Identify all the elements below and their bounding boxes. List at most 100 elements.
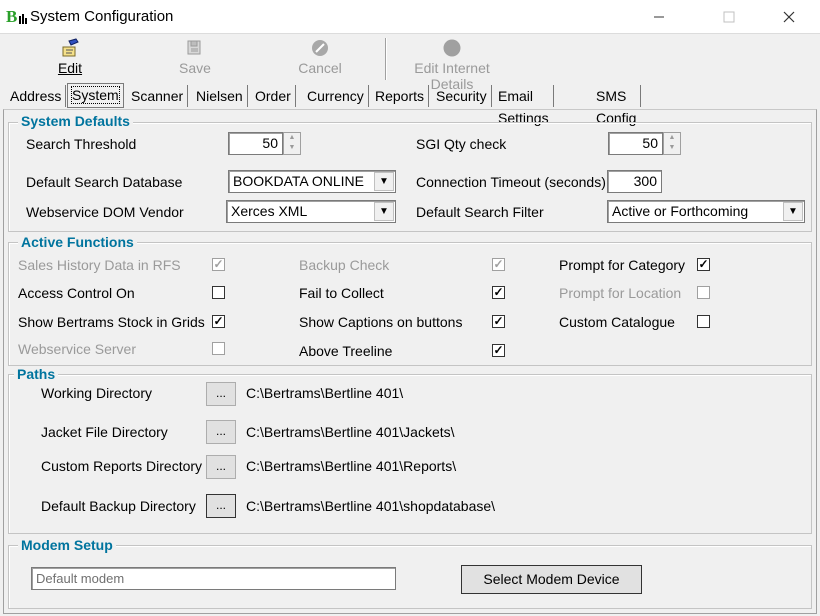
- prompt-location-label: Prompt for Location: [559, 285, 682, 301]
- sales-history-label: Sales History Data in RFS: [18, 257, 181, 273]
- webservice-server-checkbox[interactable]: [212, 342, 225, 355]
- backup-check-label: Backup Check: [299, 257, 390, 273]
- prompt-category-checkbox[interactable]: ✓: [697, 258, 710, 271]
- app-logo-icon: B: [6, 7, 27, 25]
- tab-security[interactable]: Security: [432, 85, 492, 107]
- tab-scanner[interactable]: Scanner: [127, 85, 189, 107]
- sgi-qty-label: SGI Qty check: [416, 136, 507, 152]
- tab-nielsen[interactable]: Nielsen: [192, 85, 248, 107]
- search-threshold-label: Search Threshold: [26, 136, 137, 152]
- active-functions-title: Active Functions: [18, 234, 137, 250]
- spin-down-icon: ▼: [668, 144, 676, 151]
- tab-email-settings[interactable]: Email Settings: [494, 85, 554, 126]
- select-modem-device-button[interactable]: Select Modem Device: [461, 565, 642, 594]
- spin-up-icon: ▲: [288, 134, 296, 141]
- prompt-location-checkbox[interactable]: [697, 286, 710, 299]
- tab-label: System: [71, 86, 120, 104]
- show-stock-checkbox[interactable]: ✓: [212, 315, 225, 328]
- show-captions-checkbox[interactable]: ✓: [492, 315, 505, 328]
- tab-reports[interactable]: Reports: [371, 85, 430, 107]
- minimize-button[interactable]: [636, 0, 682, 33]
- toolbar-separator: [385, 38, 386, 80]
- sgi-qty-spinner[interactable]: ▲ ▼: [663, 132, 681, 155]
- reports-dir-path: C:\Bertrams\Bertline 401\Reports\: [246, 458, 457, 474]
- tab-system[interactable]: System: [67, 83, 124, 108]
- above-treeline-label: Above Treeline: [299, 343, 393, 359]
- chevron-down-icon[interactable]: ▼: [374, 202, 394, 221]
- tab-sms-config[interactable]: SMS Config: [592, 85, 642, 126]
- custom-catalogue-label: Custom Catalogue: [559, 314, 675, 330]
- search-threshold-input[interactable]: 50: [228, 132, 283, 155]
- modem-input[interactable]: Default modem: [31, 567, 396, 590]
- search-filter-select[interactable]: Active or Forthcoming ▼: [607, 200, 805, 223]
- tab-label: Scanner: [131, 88, 184, 104]
- sales-history-checkbox[interactable]: ✓: [212, 258, 225, 271]
- edit-button[interactable]: Edit: [30, 38, 110, 80]
- svg-text:B: B: [6, 7, 17, 25]
- jacket-dir-label: Jacket File Directory: [41, 424, 168, 440]
- toolbar: Edit Save Cancel Edit Internet Details: [0, 34, 820, 92]
- fail-to-collect-checkbox[interactable]: ✓: [492, 286, 505, 299]
- maximize-button[interactable]: [706, 0, 752, 33]
- timeout-label: Connection Timeout (seconds): [416, 174, 606, 190]
- close-icon: [783, 11, 795, 22]
- chevron-down-icon[interactable]: ▼: [783, 202, 803, 221]
- above-treeline-checkbox[interactable]: ✓: [492, 344, 505, 357]
- default-db-value: BOOKDATA ONLINE: [233, 173, 364, 189]
- backup-dir-browse-button[interactable]: ...: [206, 494, 236, 518]
- edit-internet-details-button[interactable]: Edit Internet Details: [392, 38, 512, 92]
- chevron-down-icon[interactable]: ▼: [374, 172, 394, 191]
- tab-label: Currency: [307, 88, 364, 104]
- show-captions-label: Show Captions on buttons: [299, 314, 463, 330]
- sgi-qty-input[interactable]: 50: [608, 132, 663, 155]
- working-dir-browse-button[interactable]: ...: [206, 382, 236, 406]
- default-db-label: Default Search Database: [26, 174, 183, 190]
- spin-up-icon: ▲: [668, 134, 676, 141]
- maximize-icon: [723, 11, 735, 22]
- search-filter-value: Active or Forthcoming: [612, 203, 749, 219]
- backup-check-checkbox[interactable]: ✓: [492, 258, 505, 271]
- close-button[interactable]: [766, 0, 812, 33]
- tab-label: Address: [10, 88, 62, 104]
- system-defaults-title: System Defaults: [18, 113, 133, 129]
- search-filter-label: Default Search Filter: [416, 204, 544, 220]
- minimize-icon: [654, 16, 664, 17]
- backup-dir-path: C:\Bertrams\Bertline 401\shopdatabase\: [246, 498, 496, 514]
- paths-title: Paths: [14, 366, 59, 382]
- default-db-select[interactable]: BOOKDATA ONLINE ▼: [228, 170, 396, 193]
- access-control-checkbox[interactable]: [212, 286, 225, 299]
- show-stock-label: Show Bertrams Stock in Grids: [18, 314, 205, 330]
- reports-dir-label: Custom Reports Directory: [41, 458, 203, 474]
- timeout-input[interactable]: 300: [607, 170, 662, 193]
- cancel-icon: [312, 40, 328, 56]
- access-control-label: Access Control On: [18, 285, 135, 301]
- reports-dir-browse-button[interactable]: ...: [206, 455, 236, 479]
- search-threshold-spinner[interactable]: ▲ ▼: [283, 132, 301, 155]
- tab-label: Security: [436, 88, 487, 104]
- edit-pencil-icon: [62, 38, 79, 57]
- edit-label: Edit: [57, 60, 83, 76]
- fail-to-collect-label: Fail to Collect: [299, 285, 384, 301]
- working-dir-path: C:\Bertrams\Bertline 401\: [246, 385, 404, 401]
- prompt-category-label: Prompt for Category: [559, 257, 686, 273]
- tab-order[interactable]: Order: [251, 85, 296, 107]
- cancel-button[interactable]: Cancel: [280, 38, 360, 80]
- save-label: Save: [179, 60, 211, 76]
- dom-vendor-label: Webservice DOM Vendor: [26, 204, 184, 220]
- dom-vendor-value: Xerces XML: [231, 203, 308, 219]
- dom-vendor-select[interactable]: Xerces XML ▼: [226, 200, 396, 223]
- save-icon: [187, 40, 201, 55]
- cancel-label: Cancel: [298, 60, 342, 76]
- jacket-dir-browse-button[interactable]: ...: [206, 420, 236, 444]
- working-dir-label: Working Directory: [41, 385, 152, 401]
- tab-label: Nielsen: [196, 88, 243, 104]
- custom-catalogue-checkbox[interactable]: [697, 315, 710, 328]
- title-bar: B System Configuration: [0, 0, 820, 34]
- modem-setup-title: Modem Setup: [18, 537, 116, 553]
- backup-dir-label: Default Backup Directory: [41, 498, 196, 514]
- tab-address[interactable]: Address: [6, 85, 67, 107]
- tab-label: Order: [255, 88, 291, 104]
- tab-label: Reports: [375, 88, 425, 104]
- save-button[interactable]: Save: [155, 38, 235, 80]
- tab-currency[interactable]: Currency: [303, 85, 369, 107]
